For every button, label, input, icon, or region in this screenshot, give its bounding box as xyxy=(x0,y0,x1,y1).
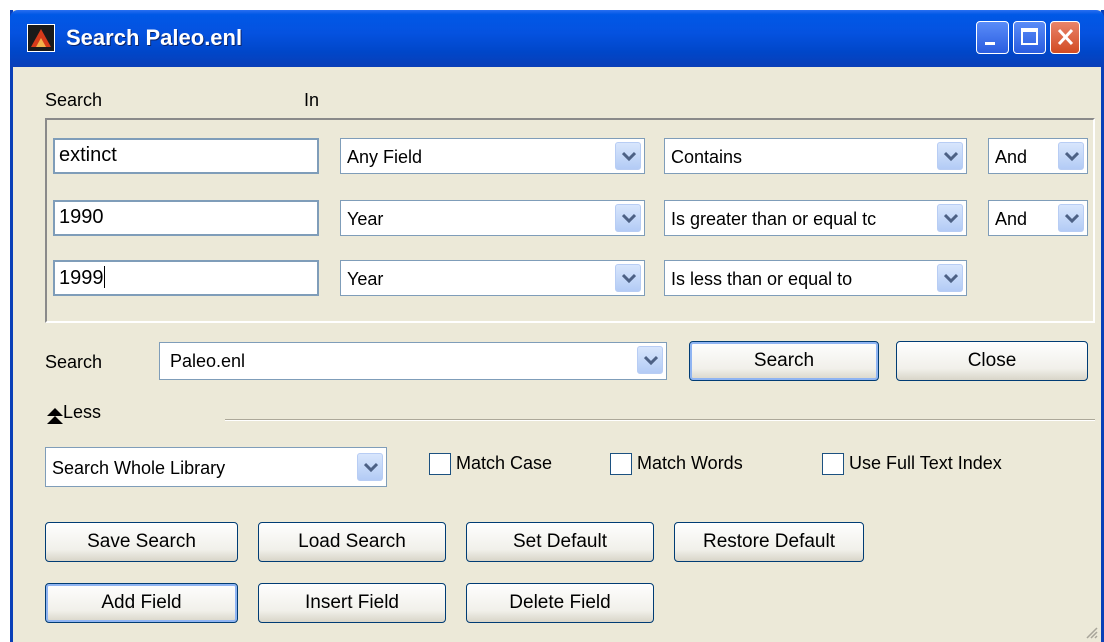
chevron-down-icon xyxy=(622,213,636,224)
boolean-select-value: And xyxy=(995,147,1028,167)
search-term-input[interactable]: 1990 xyxy=(53,200,319,236)
insert-field-button[interactable]: Insert Field xyxy=(258,583,446,623)
dropdown-button[interactable] xyxy=(1058,204,1084,232)
search-term-input[interactable]: 1999 xyxy=(53,260,319,296)
operator-select-value: Is less than or equal to xyxy=(671,269,853,289)
chevron-down-icon xyxy=(622,151,636,162)
close-window-button[interactable] xyxy=(1050,21,1080,54)
add-field-button[interactable]: Add Field xyxy=(45,583,238,623)
minimize-icon xyxy=(985,42,995,45)
match-words-checkbox[interactable] xyxy=(610,453,632,475)
dropdown-button[interactable] xyxy=(615,264,641,292)
search-term-value: 1999 xyxy=(59,267,104,289)
boolean-select[interactable]: And xyxy=(988,200,1088,236)
chevron-down-icon xyxy=(944,151,958,162)
operator-select[interactable]: Is less than or equal to xyxy=(664,260,967,296)
minimize-button[interactable] xyxy=(976,21,1009,54)
text-caret xyxy=(103,266,105,288)
dropdown-button[interactable] xyxy=(615,142,641,170)
scope-select-value: Search Whole Library xyxy=(52,458,226,478)
dropdown-button[interactable] xyxy=(1058,142,1084,170)
full-text-index-checkbox[interactable] xyxy=(822,453,844,475)
restore-default-button[interactable]: Restore Default xyxy=(674,522,864,562)
chevron-down-icon xyxy=(1065,213,1079,224)
operator-select[interactable]: Contains xyxy=(664,138,967,174)
dropdown-button[interactable] xyxy=(615,204,641,232)
in-column-label: In xyxy=(304,90,320,110)
field-select-value: Year xyxy=(347,269,384,289)
field-select-value: Year xyxy=(347,209,384,229)
save-search-button[interactable]: Save Search xyxy=(45,522,238,562)
boolean-select[interactable]: And xyxy=(988,138,1088,174)
close-icon xyxy=(1057,28,1074,46)
search-column-label: Search xyxy=(45,90,103,110)
delete-field-button[interactable]: Delete Field xyxy=(466,583,654,623)
match-case-checkbox[interactable] xyxy=(429,453,451,475)
chevron-down-icon xyxy=(644,355,658,366)
dropdown-button[interactable] xyxy=(937,204,963,232)
resize-grip-icon[interactable] xyxy=(1083,624,1099,640)
title-bar[interactable]: Search Paleo.enl xyxy=(10,10,1104,67)
chevron-down-icon xyxy=(944,273,958,284)
search-library-label: Search xyxy=(45,352,103,372)
match-words-label: Match Words xyxy=(637,453,743,473)
dropdown-button[interactable] xyxy=(937,142,963,170)
load-search-button[interactable]: Load Search xyxy=(258,522,446,562)
field-select-value: Any Field xyxy=(347,147,423,167)
chevron-down-icon xyxy=(1065,151,1079,162)
operator-select-value: Is greater than or equal tc xyxy=(671,209,877,229)
maximize-button[interactable] xyxy=(1013,21,1046,54)
collapse-up-icon xyxy=(47,408,63,424)
field-select[interactable]: Year xyxy=(340,200,645,236)
close-button[interactable]: Close xyxy=(896,341,1088,381)
match-case-label: Match Case xyxy=(456,453,553,473)
set-default-button[interactable]: Set Default xyxy=(466,522,654,562)
dropdown-button[interactable] xyxy=(357,453,383,481)
endnote-app-icon xyxy=(27,24,55,52)
library-select[interactable]: Paleo.enl xyxy=(159,342,667,380)
library-select-value: Paleo.enl xyxy=(170,351,246,371)
boolean-select-value: And xyxy=(995,209,1028,229)
operator-select[interactable]: Is greater than or equal tc xyxy=(664,200,967,236)
scope-select[interactable]: Search Whole Library xyxy=(45,447,387,487)
dropdown-button[interactable] xyxy=(637,346,663,374)
less-label: Less xyxy=(63,402,102,422)
section-divider xyxy=(225,419,1095,421)
field-select[interactable]: Any Field xyxy=(340,138,645,174)
chevron-down-icon xyxy=(364,462,378,473)
chevron-down-icon xyxy=(944,213,958,224)
search-term-input[interactable]: extinct xyxy=(53,138,319,174)
dropdown-button[interactable] xyxy=(937,264,963,292)
full-text-index-label: Use Full Text Index xyxy=(849,453,1002,473)
search-dialog: Search Paleo.enl Search In extinct Any F… xyxy=(10,10,1104,642)
chevron-down-icon xyxy=(622,273,636,284)
window-title: Search Paleo.enl xyxy=(66,25,243,50)
maximize-icon xyxy=(1021,28,1038,45)
operator-select-value: Contains xyxy=(671,147,743,167)
field-select[interactable]: Year xyxy=(340,260,645,296)
search-button[interactable]: Search xyxy=(689,341,879,381)
